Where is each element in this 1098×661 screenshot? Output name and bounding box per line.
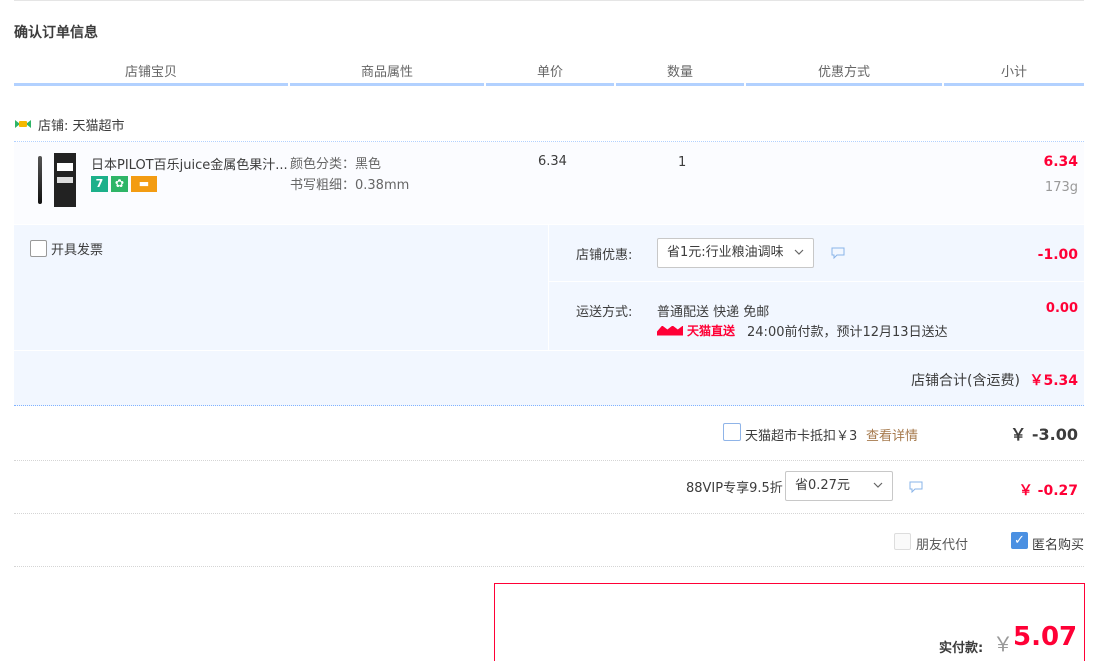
final-currency: ￥ [993, 632, 1013, 656]
tmall-direct-logo: 天猫直送 [657, 322, 735, 339]
shop-coupon-selected: 省1元:行业粮油调味 [667, 245, 784, 260]
delivery-estimate: 24:00前付款，预计12月13日送达 [747, 325, 948, 340]
anonymous-checkbox[interactable]: ✓ [1011, 532, 1028, 549]
quantity: 1 [678, 155, 687, 170]
friend-pay-checkbox[interactable] [894, 533, 911, 550]
shipping-label: 运送方式: [576, 305, 633, 320]
top-divider [14, 0, 1084, 1]
final-payment-label: 实付款: [939, 641, 984, 656]
chat-bubble-icon[interactable] [909, 481, 923, 493]
product-thumbnail[interactable] [24, 152, 82, 208]
col-header-item: 店铺宝贝 [14, 62, 288, 86]
tmall-shop-icon [15, 120, 31, 128]
order-item: 日本PILOT百乐juice金属色果汁... 7 ✿ ▬ 颜色分类：黑色 书写粗… [14, 142, 1084, 224]
table-header: 店铺宝贝 商品属性 单价 数量 优惠方式 小计 [14, 62, 1084, 88]
card-deduct-row: 天猫超市卡抵扣￥3 查看详情 ￥ -3.00 [14, 407, 1084, 461]
unit-price: 6.34 [538, 154, 567, 169]
shop-total-value: ￥5.34 [1029, 373, 1078, 389]
pen-image [38, 156, 42, 204]
product-title-link[interactable]: 日本PILOT百乐juice金属色果汁... [91, 154, 287, 173]
invoice-option[interactable]: 开具发票 [30, 239, 103, 258]
shop-coupon-select[interactable]: 省1元:行业粮油调味 [657, 238, 814, 268]
item-subtotal: 6.34 [1043, 154, 1078, 170]
guarantee-icon[interactable]: ✿ [111, 176, 128, 192]
attr-size: 书写粗细：0.38mm [290, 178, 410, 193]
tmall-direct-text: 天猫直送 [687, 324, 736, 338]
col-header-subtotal: 小计 [944, 62, 1084, 86]
tmall-cat-icon [657, 325, 683, 336]
anonymous-label: 匿名购买 [1032, 538, 1085, 553]
shop-row: 店铺: 天猫超市 [14, 112, 125, 136]
credit-card-icon[interactable]: ▬ [131, 176, 157, 192]
chevron-down-icon [794, 249, 804, 255]
vip-discount-select[interactable]: 省0.27元 [785, 471, 893, 501]
payment-options-row: 朋友代付 ✓ 匿名购买 [14, 514, 1084, 567]
vip-discount-row: 88VIP专享9.5折 省0.27元 ￥ -0.27 [14, 461, 1084, 514]
col-header-discount: 优惠方式 [746, 62, 942, 86]
col-header-attributes: 商品属性 [290, 62, 484, 86]
pen-pack-image [54, 153, 76, 207]
col-header-price: 单价 [486, 62, 614, 86]
view-details-link[interactable]: 查看详情 [866, 425, 918, 444]
card-deduct-label: 天猫超市卡抵扣￥3 [745, 429, 858, 444]
service-badges: 7 ✿ ▬ [91, 176, 157, 192]
attr-color: 颜色分类：黑色 [290, 157, 382, 172]
final-payment-box: 实付款: ￥ 5.07 [494, 583, 1085, 661]
page-title: 确认订单信息 [14, 25, 98, 41]
vip-selected: 省0.27元 [795, 478, 850, 493]
chat-bubble-icon[interactable] [831, 247, 845, 259]
options-bottom-separator [14, 350, 1084, 351]
invoice-label: 开具发票 [51, 243, 104, 258]
vip-discount-amount: ￥ -0.27 [1018, 483, 1078, 499]
col-header-quantity: 数量 [616, 62, 744, 86]
shop-coupon-amount: -1.00 [1037, 247, 1078, 263]
shipping-amount: 0.00 [1045, 301, 1078, 316]
product-attributes: 颜色分类：黑色 书写粗细：0.38mm [290, 154, 409, 196]
item-weight: 173g [1044, 180, 1078, 195]
friend-pay-label: 朋友代付 [916, 538, 969, 553]
shop-options-panel: 开具发票 店铺优惠: 省1元:行业粮油调味 -1.00 运送方式: 普通配送 快… [14, 225, 1084, 406]
card-deduct-amount: ￥ -3.00 [1010, 425, 1078, 444]
shop-coupon-label: 店铺优惠: [576, 248, 633, 263]
seven-day-return-icon[interactable]: 7 [91, 176, 108, 192]
vip-label: 88VIP专享9.5折 [686, 481, 783, 496]
shipping-detail: 天猫直送 24:00前付款，预计12月13日送达 [657, 321, 948, 340]
card-deduct-checkbox[interactable] [723, 423, 741, 441]
final-payment-value: 5.07 [1013, 622, 1078, 652]
chevron-down-icon [873, 482, 883, 488]
invoice-checkbox[interactable] [30, 240, 47, 257]
options-separator [548, 281, 1084, 282]
shop-total-label: 店铺合计(含运费) [911, 373, 1020, 389]
shop-name[interactable]: 店铺: 天猫超市 [38, 115, 125, 134]
shipping-method: 普通配送 快递 免邮 [657, 305, 770, 320]
